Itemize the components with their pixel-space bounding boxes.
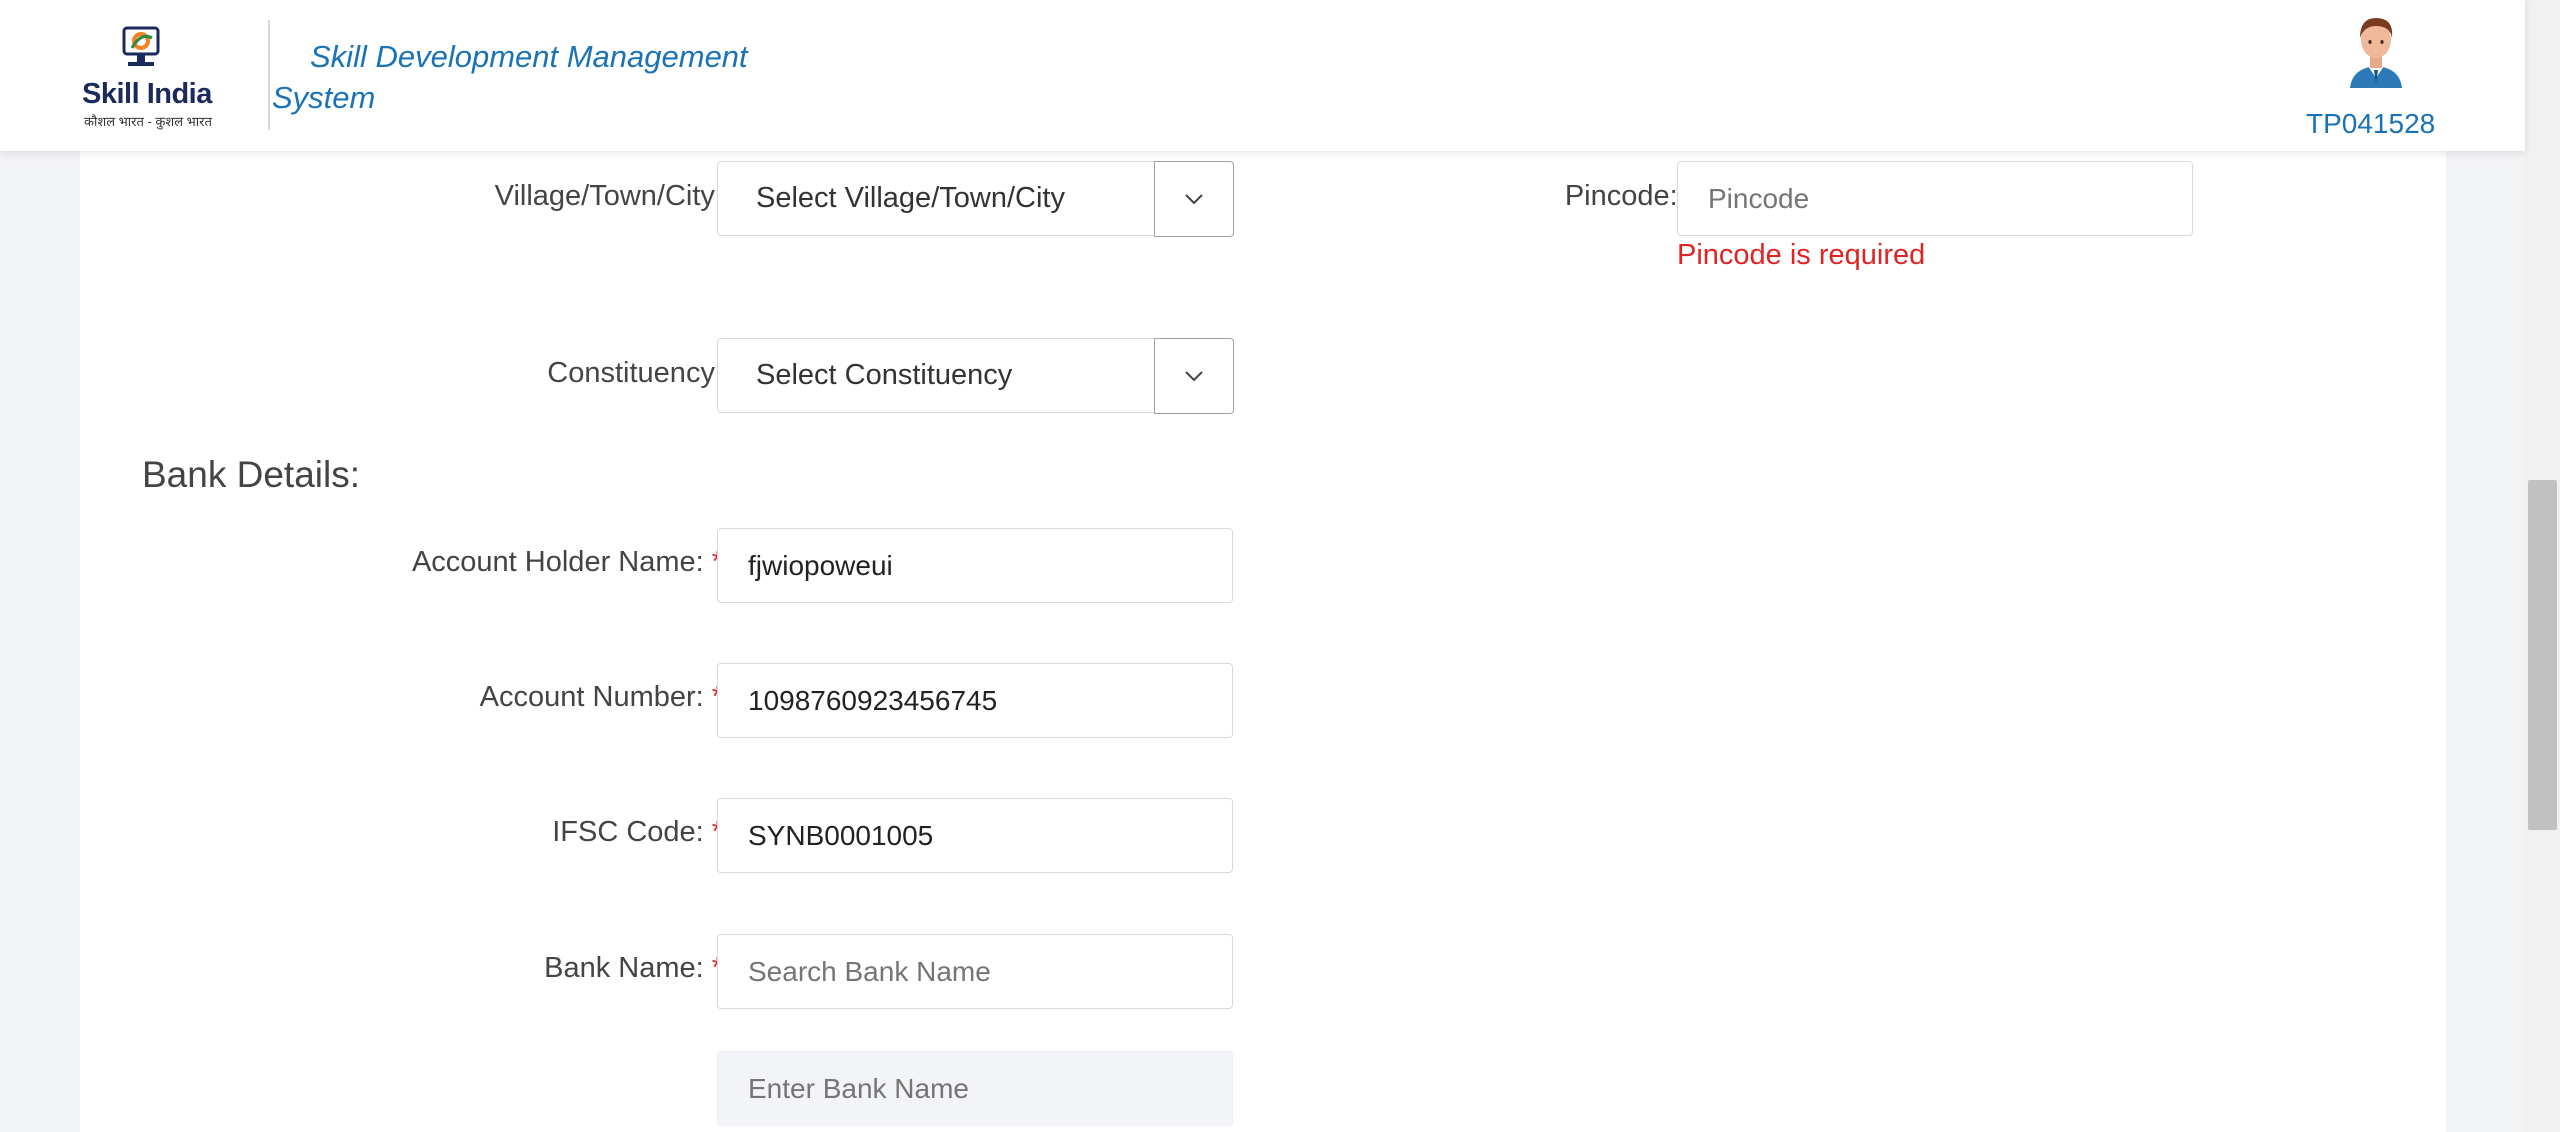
skill-india-emblem-icon [122, 26, 160, 66]
bank-details-heading: Bank Details: [142, 454, 360, 495]
account-number-label: Account Number:* [480, 681, 723, 714]
registration-form-card: Village/Town/City: Select Village/Town/C… [80, 140, 2446, 1132]
account-holder-input[interactable]: fjwiopoweui [717, 528, 1233, 603]
account-number-input[interactable]: 1098760923456745 [717, 663, 1233, 738]
village-select-value: Select Village/Town/City [756, 182, 1065, 214]
constituency-dropdown-button[interactable] [1153, 337, 1234, 414]
constituency-select-value: Select Constituency [756, 359, 1013, 391]
user-id[interactable]: TP041528 [2306, 108, 2435, 140]
village-select[interactable]: Select Village/Town/City [717, 160, 1234, 237]
ifsc-input[interactable]: SYNB0001005 [717, 798, 1233, 873]
app-title: Skill Development Management System [272, 39, 748, 115]
logo-text: Skill India [82, 78, 212, 110]
skill-india-logo[interactable]: Skill India कौशल भारत - कुशल भारत [78, 22, 212, 130]
chevron-down-icon [1184, 193, 1203, 204]
logo-subtitle: कौशल भारत - कुशल भारत [84, 114, 212, 129]
account-holder-label: Account Holder Name:* [412, 546, 723, 579]
user-avatar-icon [2350, 18, 2402, 88]
constituency-label: Constituency: [547, 357, 723, 389]
pincode-input[interactable] [1677, 161, 2193, 236]
ifsc-label: IFSC Code:* [552, 816, 723, 849]
bank-name-manual-input[interactable] [717, 1051, 1233, 1126]
village-dropdown-button[interactable] [1153, 160, 1234, 237]
bank-name-search-input[interactable] [717, 934, 1233, 1009]
user-profile[interactable]: TP041528 [2290, 12, 2450, 142]
scrollbar-thumb[interactable] [2528, 480, 2557, 830]
pincode-error: Pincode is required [1677, 239, 1926, 271]
bank-name-label: Bank Name:* [544, 952, 723, 985]
constituency-select[interactable]: Select Constituency [717, 337, 1234, 414]
chevron-down-icon [1184, 370, 1203, 381]
village-label: Village/Town/City: [494, 180, 723, 212]
header-divider [268, 20, 270, 130]
top-header: Skill India कौशल भारत - कुशल भारत Skill … [0, 0, 2525, 151]
page-scrollbar[interactable] [2525, 0, 2560, 1132]
